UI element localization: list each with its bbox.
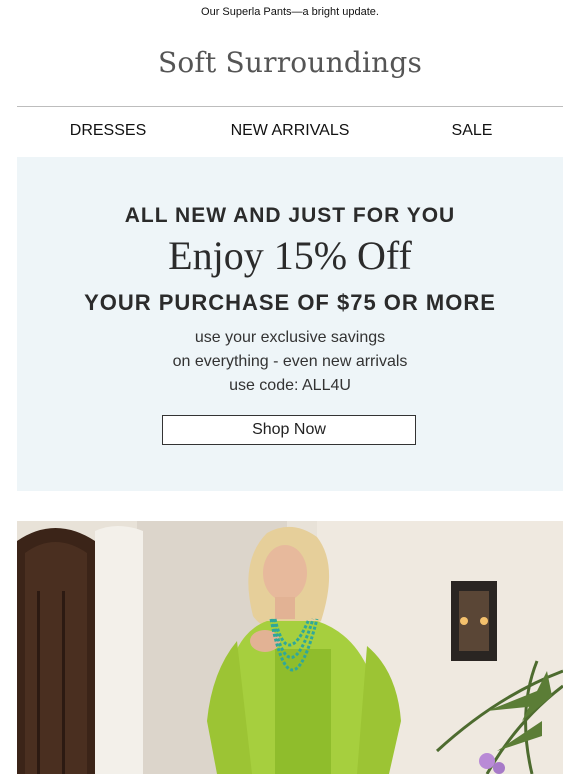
hero-image[interactable] — [17, 521, 563, 774]
shop-now-button[interactable]: Shop Now — [162, 415, 416, 445]
nav-item-dresses[interactable]: DRESSES — [70, 122, 146, 140]
promo-code-line: use code: ALL4U — [229, 377, 351, 394]
promo-headline: Enjoy 15% Off — [168, 233, 412, 278]
promo-banner[interactable]: ALL NEW AND JUST FOR YOU Enjoy 15% Off Y… — [17, 157, 563, 491]
promo-line-2: on everything - even new arrivals — [172, 353, 408, 370]
main-nav: DRESSES NEW ARRIVALS SALE — [17, 122, 563, 144]
nav-item-new-arrivals[interactable]: NEW ARRIVALS — [231, 122, 350, 140]
promo-kicker: ALL NEW AND JUST FOR YOU — [124, 204, 456, 227]
brand-logo[interactable]: Soft Surroundings — [0, 46, 580, 79]
hero-illustration — [17, 521, 563, 774]
promo-subheadline: YOUR PURCHASE OF $75 OR MORE — [84, 290, 496, 315]
header-divider — [17, 106, 563, 107]
preheader-text[interactable]: Our Superla Pants—a bright update. — [0, 6, 580, 18]
promo-line-1: use your exclusive savings — [194, 329, 386, 346]
nav-item-sale[interactable]: SALE — [452, 122, 493, 140]
